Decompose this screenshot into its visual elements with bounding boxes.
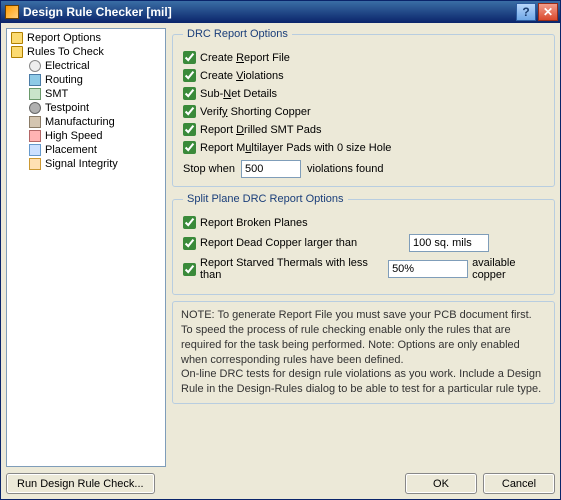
tree-item-label: Signal Integrity <box>45 158 118 170</box>
report-broken-planes-label: Report Broken Planes <box>200 217 308 229</box>
stop-when-suffix: violations found <box>307 163 383 175</box>
elec-icon <box>29 60 41 72</box>
tree-item[interactable]: Report Options <box>9 31 163 45</box>
close-button[interactable]: ✕ <box>538 3 558 21</box>
note-line-1: NOTE: To generate Report File you must s… <box>181 308 546 323</box>
verify-shorting-label: Verify Shorting Copper <box>200 106 311 118</box>
note-line-3: On-line DRC tests for design rule violat… <box>181 367 546 397</box>
run-drc-button[interactable]: Run Design Rule Check... <box>6 473 155 494</box>
report-multilayer-checkbox[interactable] <box>183 141 196 154</box>
tree-item-label: Report Options <box>27 32 101 44</box>
subnet-details-checkbox[interactable] <box>183 87 196 100</box>
tree-item[interactable]: SMT <box>9 87 163 101</box>
tree-item[interactable]: Electrical <box>9 59 163 73</box>
report-starved-thermals-label: Report Starved Thermals with less than <box>200 257 384 281</box>
tree-item[interactable]: Testpoint <box>9 101 163 115</box>
right-panel: DRC Report Options Create Report File Cr… <box>172 28 555 467</box>
tree-item-label: Routing <box>45 74 83 86</box>
report-dead-copper-checkbox[interactable] <box>183 237 196 250</box>
split-plane-legend: Split Plane DRC Report Options <box>183 193 348 205</box>
report-drilled-smt-label: Report Drilled SMT Pads <box>200 124 321 136</box>
si-icon <box>29 158 41 170</box>
tree-item-label: Testpoint <box>45 102 89 114</box>
hs-icon <box>29 130 41 142</box>
note-line-2: To speed the process of rule checking en… <box>181 323 546 368</box>
report-dead-copper-label: Report Dead Copper larger than <box>200 237 405 249</box>
starved-thermals-suffix: available copper <box>472 257 544 281</box>
note-box: NOTE: To generate Report File you must s… <box>172 301 555 404</box>
folder-icon <box>11 32 23 44</box>
place-icon <box>29 144 41 156</box>
report-starved-thermals-checkbox[interactable] <box>183 263 196 276</box>
smt-icon <box>29 88 41 100</box>
report-drilled-smt-checkbox[interactable] <box>183 123 196 136</box>
route-icon <box>29 74 41 86</box>
tree-panel[interactable]: Report Options Rules To Check Electrical Ro… <box>6 28 166 467</box>
stop-when-input[interactable] <box>241 160 301 178</box>
mfg-icon <box>29 116 41 128</box>
tree-item-label: High Speed <box>45 130 103 142</box>
tree-item-label: SMT <box>45 88 68 100</box>
split-plane-group: Split Plane DRC Report Options Report Br… <box>172 193 555 295</box>
subnet-details-label: Sub-Net Details <box>200 88 277 100</box>
drc-report-options-group: DRC Report Options Create Report File Cr… <box>172 28 555 187</box>
tree-item-label: Manufacturing <box>45 116 115 128</box>
folder-icon <box>11 46 23 58</box>
tree-item[interactable]: Rules To Check <box>9 45 163 59</box>
tree-item[interactable]: Manufacturing <box>9 115 163 129</box>
tree-item-label: Rules To Check <box>27 46 104 58</box>
stop-when-label: Stop when <box>183 163 235 175</box>
tree-item-label: Placement <box>45 144 97 156</box>
create-report-checkbox[interactable] <box>183 51 196 64</box>
app-icon <box>5 5 19 19</box>
tree-item[interactable]: Signal Integrity <box>9 157 163 171</box>
verify-shorting-checkbox[interactable] <box>183 105 196 118</box>
tree-item[interactable]: Placement <box>9 143 163 157</box>
button-bar: Run Design Rule Check... OK Cancel <box>6 473 555 494</box>
create-violations-checkbox[interactable] <box>183 69 196 82</box>
report-broken-planes-checkbox[interactable] <box>183 216 196 229</box>
tree-item[interactable]: High Speed <box>9 129 163 143</box>
ok-button[interactable]: OK <box>405 473 477 494</box>
cancel-button[interactable]: Cancel <box>483 473 555 494</box>
tree-item-label: Electrical <box>45 60 90 72</box>
starved-thermals-value-input[interactable] <box>388 260 468 278</box>
create-report-label: Create Report File <box>200 52 290 64</box>
tree-item[interactable]: Routing <box>9 73 163 87</box>
title-bar: Design Rule Checker [mil] ? ✕ <box>1 1 560 23</box>
report-multilayer-label: Report Multilayer Pads with 0 size Hole <box>200 142 391 154</box>
drc-legend: DRC Report Options <box>183 28 292 40</box>
help-button[interactable]: ? <box>516 3 536 21</box>
window-title: Design Rule Checker [mil] <box>23 5 514 19</box>
dead-copper-value-input[interactable] <box>409 234 489 252</box>
create-violations-label: Create Violations <box>200 70 284 82</box>
tp-icon <box>29 102 41 114</box>
